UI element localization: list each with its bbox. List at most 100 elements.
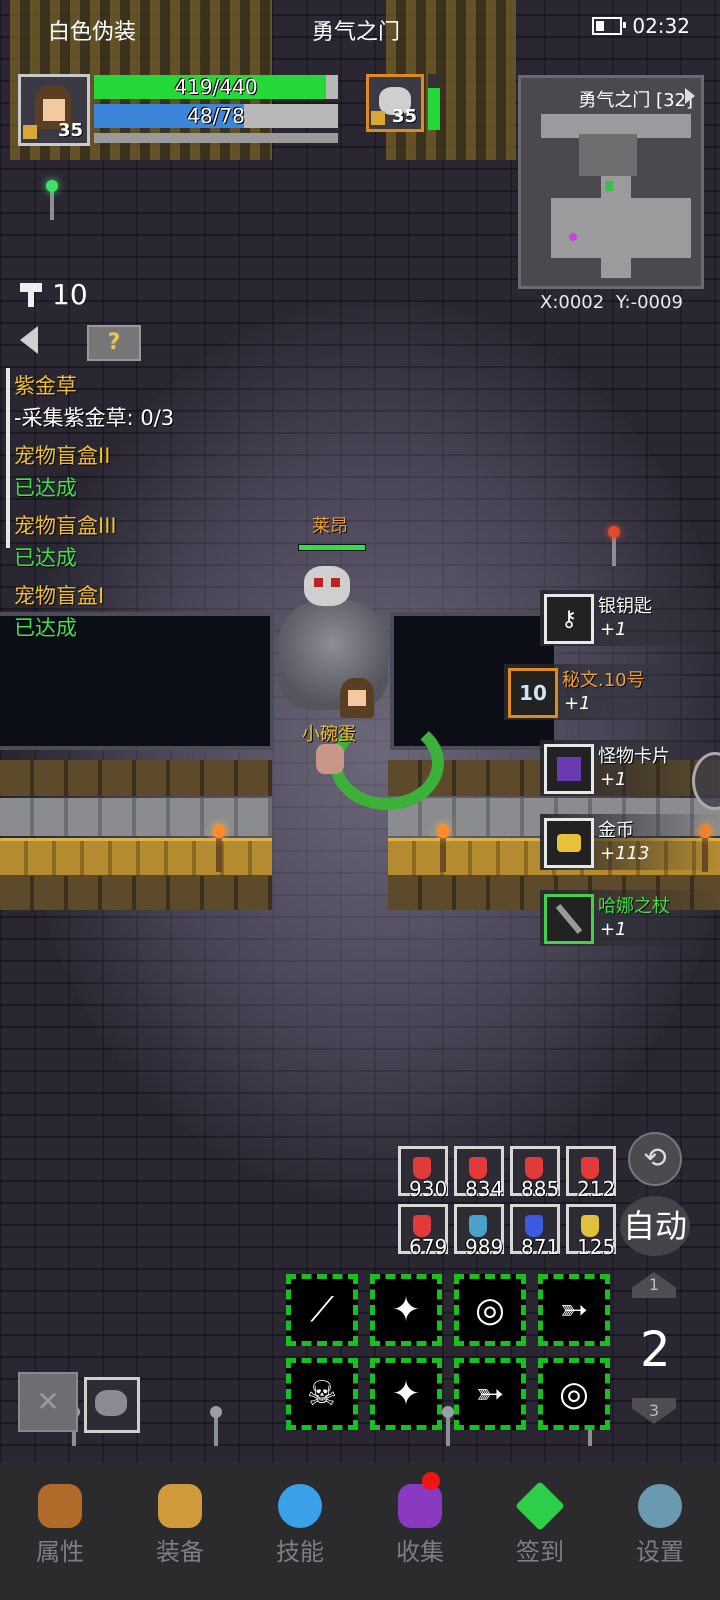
potion-slot[interactable]: 989 (454, 1204, 504, 1259)
vortex-icon[interactable]: ◎ (454, 1274, 526, 1346)
quest-status: 已达成 (14, 476, 77, 500)
bag-icon (158, 1484, 202, 1528)
potion-icon (413, 1157, 431, 1179)
nav-label: 属性 (36, 1538, 84, 1566)
gunner-icon[interactable]: ➳ (454, 1358, 526, 1430)
quest-divider (6, 368, 10, 548)
potion-icon (525, 1157, 543, 1179)
potion-count: 930 (409, 1177, 448, 1201)
pet-character (316, 744, 344, 774)
collapse-arrow-icon[interactable] (20, 326, 38, 354)
potion-count: 125 (577, 1235, 616, 1259)
potion-slot[interactable]: 885 (510, 1146, 560, 1201)
player-character (340, 678, 374, 718)
coordinates: X:0002 Y:-0009 (540, 292, 683, 313)
lamp-post (210, 1406, 222, 1446)
gem-icon (515, 1481, 565, 1531)
potion-count: 989 (465, 1235, 504, 1259)
potion-slot[interactable]: 930 (398, 1146, 448, 1201)
nav-label: 设置 (636, 1538, 684, 1566)
minimap-title: 勇气之门 [32] (578, 90, 693, 111)
potion-count: 834 (465, 1177, 504, 1201)
crystal-icon (278, 1484, 322, 1528)
player-hp-bar: 419/440 (94, 75, 338, 99)
demon-skull-icon[interactable]: ☠ (286, 1358, 358, 1430)
target-level: 35 (391, 106, 417, 127)
potion-icon (581, 1215, 599, 1237)
quest-title[interactable]: 宠物盲盒I (14, 580, 104, 610)
monster-skull[interactable] (304, 566, 350, 606)
minimap[interactable]: 勇气之门 [32] (518, 75, 704, 289)
stone-band-left (0, 798, 272, 836)
nav-item[interactable]: 签到 (480, 1462, 600, 1600)
player-mp-bar: 48/78 (94, 104, 338, 128)
rune-icon: 10 (508, 668, 558, 718)
potion-slot[interactable]: 834 (454, 1146, 504, 1201)
target-avatar[interactable]: 35 (366, 74, 424, 132)
staff-icon (544, 894, 594, 944)
expand-icon[interactable] (685, 88, 695, 104)
monster-card-icon (544, 744, 594, 794)
potion-icon (525, 1215, 543, 1237)
nav-item[interactable]: 收集 (360, 1462, 480, 1600)
player-marker-icon (605, 181, 613, 191)
bottom-navigation: 属性 装备 技能 收集 签到 设置 (0, 1462, 720, 1600)
loot-entry: 哈娜之杖 +1 (540, 890, 720, 946)
rank-icon (23, 125, 37, 139)
pet-slot[interactable] (84, 1377, 140, 1433)
potion-slot[interactable]: 871 (510, 1204, 560, 1259)
loot-entry: 金币 +113 (540, 814, 720, 870)
gunner-icon[interactable]: ➳ (538, 1274, 610, 1346)
bone-strike-icon[interactable]: ✦ (370, 1358, 442, 1430)
auto-button[interactable]: 自动 (620, 1196, 690, 1256)
skill-page-number: 2 (640, 1322, 671, 1378)
quest-title[interactable]: 紫金草 (14, 370, 77, 400)
bone-strike-icon[interactable]: ✦ (370, 1274, 442, 1346)
loot-entry: 10 秘文.10号 +1 (504, 664, 684, 720)
loot-name: 怪物卡片 (598, 746, 670, 767)
loot-count: +1 (600, 619, 627, 640)
clock: 02:32 (632, 14, 690, 38)
loot-name: 银钥匙 (598, 596, 652, 617)
arrow-rain-icon[interactable]: ⟋ (286, 1274, 358, 1346)
vortex-icon[interactable]: ◎ (538, 1358, 610, 1430)
base-left (0, 876, 272, 910)
player-exp-bar (94, 133, 338, 143)
quest-status: 已达成 (14, 616, 77, 640)
quest-status: 已达成 (14, 546, 77, 570)
torch (437, 824, 449, 872)
hammer-icon (20, 282, 42, 307)
helmet-icon (38, 1484, 82, 1528)
quest-title[interactable]: 宠物盲盒II (14, 440, 110, 470)
player-hp-text: 419/440 (174, 75, 258, 99)
potion-slot[interactable]: 679 (398, 1204, 448, 1259)
refresh-icon[interactable]: ⟲ (628, 1132, 682, 1186)
gold-coin-icon (544, 818, 594, 868)
loot-name: 哈娜之杖 (598, 896, 670, 917)
gold-band-left (0, 838, 272, 878)
potion-slot[interactable]: 125 (566, 1204, 616, 1259)
help-button[interactable]: ? (87, 325, 141, 361)
player-level: 35 (57, 120, 83, 141)
gear-icon (638, 1484, 682, 1528)
empty-slot-icon[interactable]: ✕ (18, 1372, 78, 1432)
hammer-count: 10 (52, 278, 88, 311)
clock-area: 02:32 (592, 14, 690, 38)
nav-item[interactable]: 设置 (600, 1462, 720, 1600)
player-avatar[interactable]: 35 (18, 74, 90, 146)
nav-item[interactable]: 技能 (240, 1462, 360, 1600)
potion-count: 212 (577, 1177, 616, 1201)
rank-icon (371, 111, 385, 125)
quest-title[interactable]: 宠物盲盒III (14, 510, 117, 540)
nav-label: 技能 (276, 1538, 324, 1566)
pet-name: 小碗蛋 (302, 724, 356, 745)
potion-icon (469, 1215, 487, 1237)
potion-slot[interactable]: 212 (566, 1146, 616, 1201)
potion-count: 885 (521, 1177, 560, 1201)
character-title: 白色伪装 (48, 20, 137, 45)
nav-item[interactable]: 属性 (0, 1462, 120, 1600)
loot-name: 金币 (598, 820, 634, 841)
nav-item[interactable]: 装备 (120, 1462, 240, 1600)
lamp-post (46, 180, 58, 220)
lamp-post (442, 1406, 454, 1446)
